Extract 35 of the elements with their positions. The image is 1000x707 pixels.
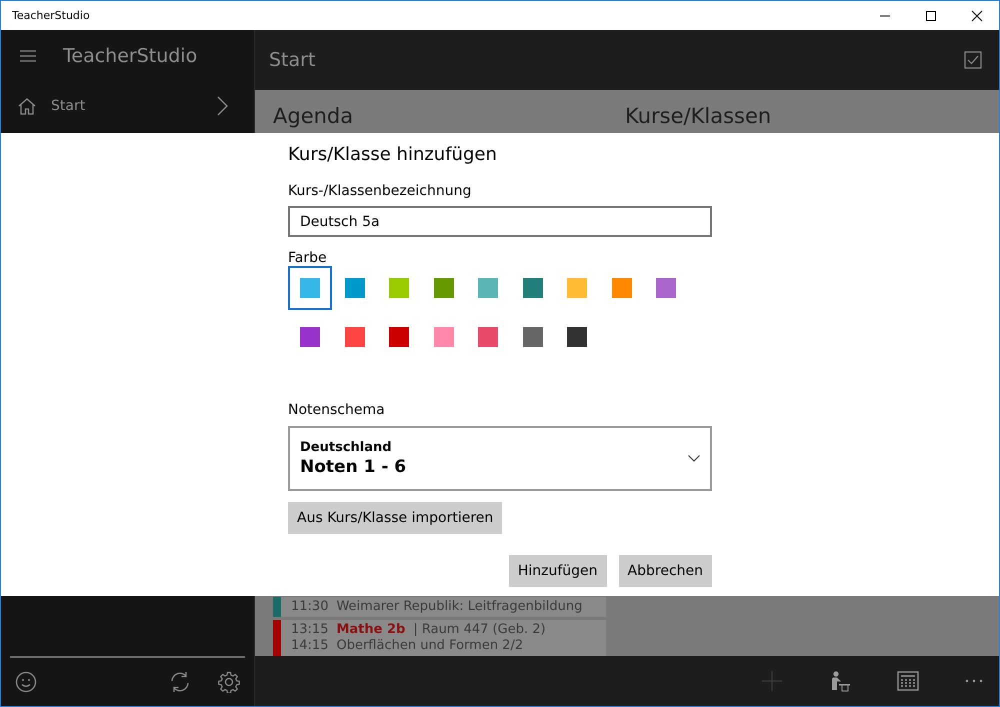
home-icon (17, 96, 37, 116)
section-heading: Agenda (273, 104, 354, 128)
agenda-text: Oberflächen und Formen 2/2 (336, 638, 524, 654)
agenda-text: Weimarer Republik: Leitfragenbildung (336, 599, 582, 615)
import-button[interactable]: Aus Kurs/Klasse importieren (288, 502, 502, 534)
dialog-button[interactable]: Abbrechen (618, 555, 712, 587)
maximize-icon[interactable] (925, 10, 937, 22)
app-title: TeacherStudio (63, 45, 198, 67)
dialog-title: Kurs/Klasse hinzufügen (288, 144, 498, 165)
smiley-icon[interactable] (15, 671, 37, 693)
page-title: Start (269, 49, 316, 71)
nav-item[interactable]: Start (1, 82, 254, 130)
dialog-button[interactable]: Hinzufügen (508, 555, 607, 587)
field-label: Farbe (288, 250, 328, 266)
chevron-down-icon (688, 455, 700, 462)
agenda-time: 13:15 (291, 622, 328, 638)
agenda-time: 11:30 (291, 599, 328, 615)
menu-icon[interactable] (19, 49, 37, 63)
input-field[interactable]: Deutsch 5a (288, 206, 712, 237)
agenda-time: 14:15 (291, 638, 328, 654)
section-heading: Kurse/Klassen (625, 104, 772, 128)
window-title: TeacherStudio (12, 9, 90, 22)
agenda-text: | Raum 447 (Geb. 2) (413, 622, 546, 638)
field-label: Notenschema (288, 402, 386, 418)
dropdown[interactable]: Deutschland Noten 1 - 6 (288, 426, 712, 491)
color-option[interactable] (288, 266, 332, 310)
chevron-right-icon (216, 96, 228, 116)
keypad-icon[interactable] (897, 671, 919, 691)
checkbox-icon[interactable] (964, 51, 982, 69)
teacher-desk-icon[interactable] (829, 670, 851, 692)
close-icon[interactable] (971, 10, 983, 22)
field-label: Kurs-/Klassenbezeichnung (288, 183, 472, 199)
course-name: Mathe 2b (336, 622, 406, 638)
more-icon[interactable] (965, 679, 983, 683)
settings-icon[interactable] (218, 671, 240, 693)
